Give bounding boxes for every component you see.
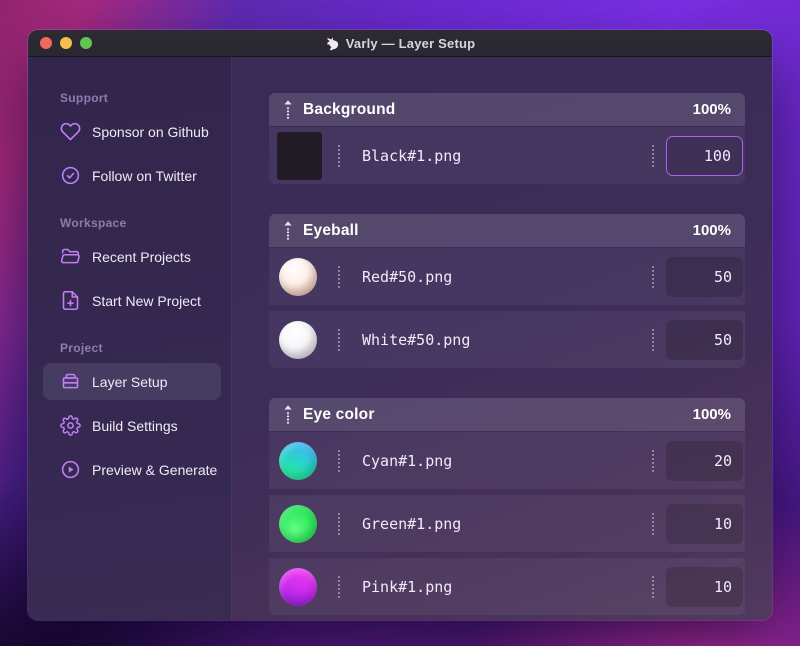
layer-group-header: Eye color 100% xyxy=(269,398,745,431)
layer-group-weight: 100% xyxy=(692,101,731,118)
layer-filename: Red#50.png xyxy=(362,267,453,286)
drag-handle-icon[interactable] xyxy=(282,404,294,426)
layer-thumbnail xyxy=(279,441,317,480)
dotted-divider xyxy=(338,575,340,598)
layer-row: Cyan#1.png xyxy=(269,432,745,489)
layer-group-background: Background 100% Black#1.png xyxy=(269,93,745,184)
sidebar-item-label: Start New Project xyxy=(92,292,201,309)
layer-group-header: Background 100% xyxy=(269,93,745,126)
sidebar: Support Sponsor on Github Follow on Twit… xyxy=(28,57,232,620)
layer-thumbnail-box xyxy=(277,504,338,543)
layer-thumbnail xyxy=(279,320,317,359)
opacity-input[interactable] xyxy=(666,256,743,297)
sidebar-item-label: Sponsor on Github xyxy=(92,123,209,140)
opacity-input[interactable] xyxy=(666,440,743,481)
sidebar-section-label-workspace: Workspace xyxy=(60,216,127,230)
sidebar-section-label-support: Support xyxy=(60,91,109,105)
layers-box-icon xyxy=(60,371,81,392)
layer-thumbnail xyxy=(279,504,317,543)
opacity-input[interactable] xyxy=(666,135,743,176)
gear-icon xyxy=(60,415,81,436)
layer-filename: Green#1.png xyxy=(362,514,462,533)
layer-group-eye-color: Eye color 100% Cyan#1.png Green#1.png xyxy=(269,398,745,615)
sidebar-item-follow-twitter[interactable]: Follow on Twitter xyxy=(43,157,221,194)
folder-icon xyxy=(60,246,81,267)
layer-thumbnail xyxy=(279,567,317,606)
titlebar[interactable]: Varly — Layer Setup xyxy=(28,30,772,57)
sidebar-item-label: Layer Setup xyxy=(92,373,168,390)
sidebar-item-build-settings[interactable]: Build Settings xyxy=(43,407,221,444)
layer-row: Pink#1.png xyxy=(269,558,745,615)
layer-row: White#50.png xyxy=(269,311,745,368)
layer-filename: Cyan#1.png xyxy=(362,451,453,470)
heart-icon xyxy=(60,121,81,142)
drag-handle-icon[interactable] xyxy=(282,220,294,242)
badge-check-icon xyxy=(60,165,81,186)
play-circle-icon xyxy=(60,459,81,480)
dotted-divider xyxy=(338,512,340,535)
sidebar-item-recent-projects[interactable]: Recent Projects xyxy=(43,238,221,275)
dotted-divider xyxy=(652,265,654,288)
layer-group-title: Eye color xyxy=(303,405,375,423)
layer-filename: Black#1.png xyxy=(362,146,462,165)
opacity-input[interactable] xyxy=(666,503,743,544)
layer-thumbnail-box xyxy=(277,320,338,359)
sidebar-item-label: Preview & Generate xyxy=(92,461,218,478)
window-title: Varly — Layer Setup xyxy=(345,35,476,51)
dotted-divider xyxy=(338,144,340,167)
layer-filename: White#50.png xyxy=(362,330,471,349)
layer-setup-panel: Background 100% Black#1.png Eyeba xyxy=(232,57,772,620)
layer-group-weight: 100% xyxy=(692,406,731,423)
layer-group-eyeball: Eyeball 100% Red#50.png White#50.png xyxy=(269,214,745,368)
sidebar-item-label: Build Settings xyxy=(92,417,178,434)
unicorn-icon xyxy=(325,36,340,51)
layer-thumbnail-box xyxy=(277,131,338,180)
layer-row: Red#50.png xyxy=(269,248,745,305)
sidebar-item-start-new-project[interactable]: Start New Project xyxy=(43,282,221,319)
layer-thumbnail-box xyxy=(277,257,338,296)
sidebar-item-label: Follow on Twitter xyxy=(92,167,197,184)
layer-thumbnail-box xyxy=(277,567,338,606)
sidebar-item-label: Recent Projects xyxy=(92,248,191,265)
dotted-divider xyxy=(652,328,654,351)
layer-row: Green#1.png xyxy=(269,495,745,552)
dotted-divider xyxy=(652,144,654,167)
drag-handle-icon[interactable] xyxy=(282,99,294,121)
layer-thumbnail-box xyxy=(277,441,338,480)
opacity-input[interactable] xyxy=(666,566,743,607)
sidebar-item-layer-setup[interactable]: Layer Setup xyxy=(43,363,221,400)
opacity-input[interactable] xyxy=(666,319,743,360)
sidebar-item-preview-generate[interactable]: Preview & Generate xyxy=(43,451,221,488)
dotted-divider xyxy=(338,449,340,472)
layer-group-header: Eyeball 100% xyxy=(269,214,745,247)
app-window: Varly — Layer Setup Support Sponsor on G… xyxy=(28,30,772,620)
sidebar-section-label-project: Project xyxy=(60,341,103,355)
dotted-divider xyxy=(652,575,654,598)
dotted-divider xyxy=(338,328,340,351)
layer-row: Black#1.png xyxy=(269,127,745,184)
layer-thumbnail xyxy=(279,257,317,296)
window-body: Support Sponsor on Github Follow on Twit… xyxy=(28,57,772,620)
document-plus-icon xyxy=(60,290,81,311)
dotted-divider xyxy=(652,449,654,472)
layer-group-weight: 100% xyxy=(692,222,731,239)
sidebar-item-sponsor-github[interactable]: Sponsor on Github xyxy=(43,113,221,150)
layer-group-title: Eyeball xyxy=(303,221,359,239)
layer-thumbnail xyxy=(277,131,322,180)
dotted-divider xyxy=(652,512,654,535)
dotted-divider xyxy=(338,265,340,288)
layer-group-title: Background xyxy=(303,100,396,118)
layer-filename: Pink#1.png xyxy=(362,577,453,596)
window-title-area: Varly — Layer Setup xyxy=(28,30,772,56)
desktop-background: { "window": { "title": "Varly — Layer Se… xyxy=(0,0,800,646)
